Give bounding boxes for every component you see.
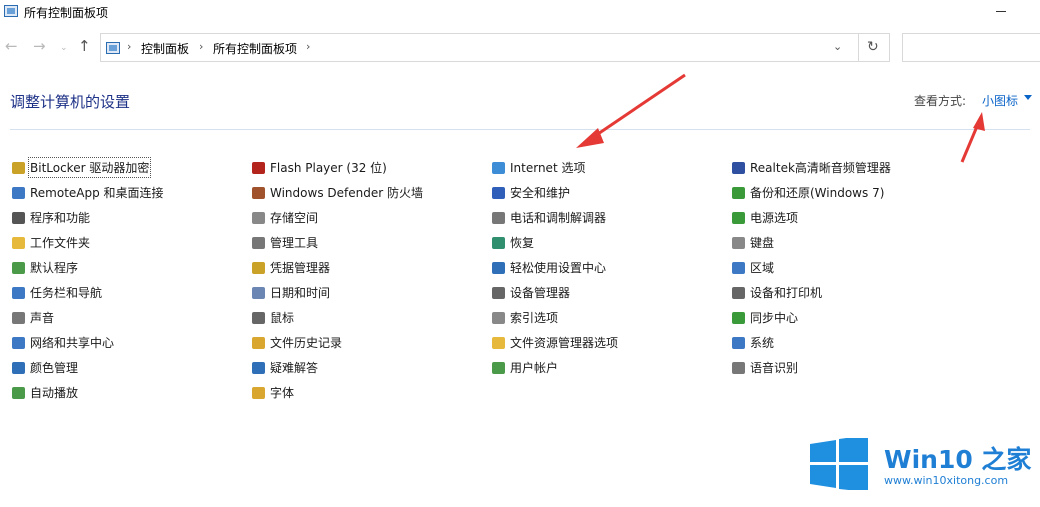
arrow-to-view-mode <box>960 112 985 163</box>
windows-logo-icon <box>810 438 868 490</box>
watermark-url: www.win10xitong.com <box>884 474 1009 487</box>
arrow-to-internet-options <box>576 73 686 148</box>
annotation-arrows <box>576 73 985 163</box>
watermark-brand: Win10 之家 <box>884 445 1032 474</box>
